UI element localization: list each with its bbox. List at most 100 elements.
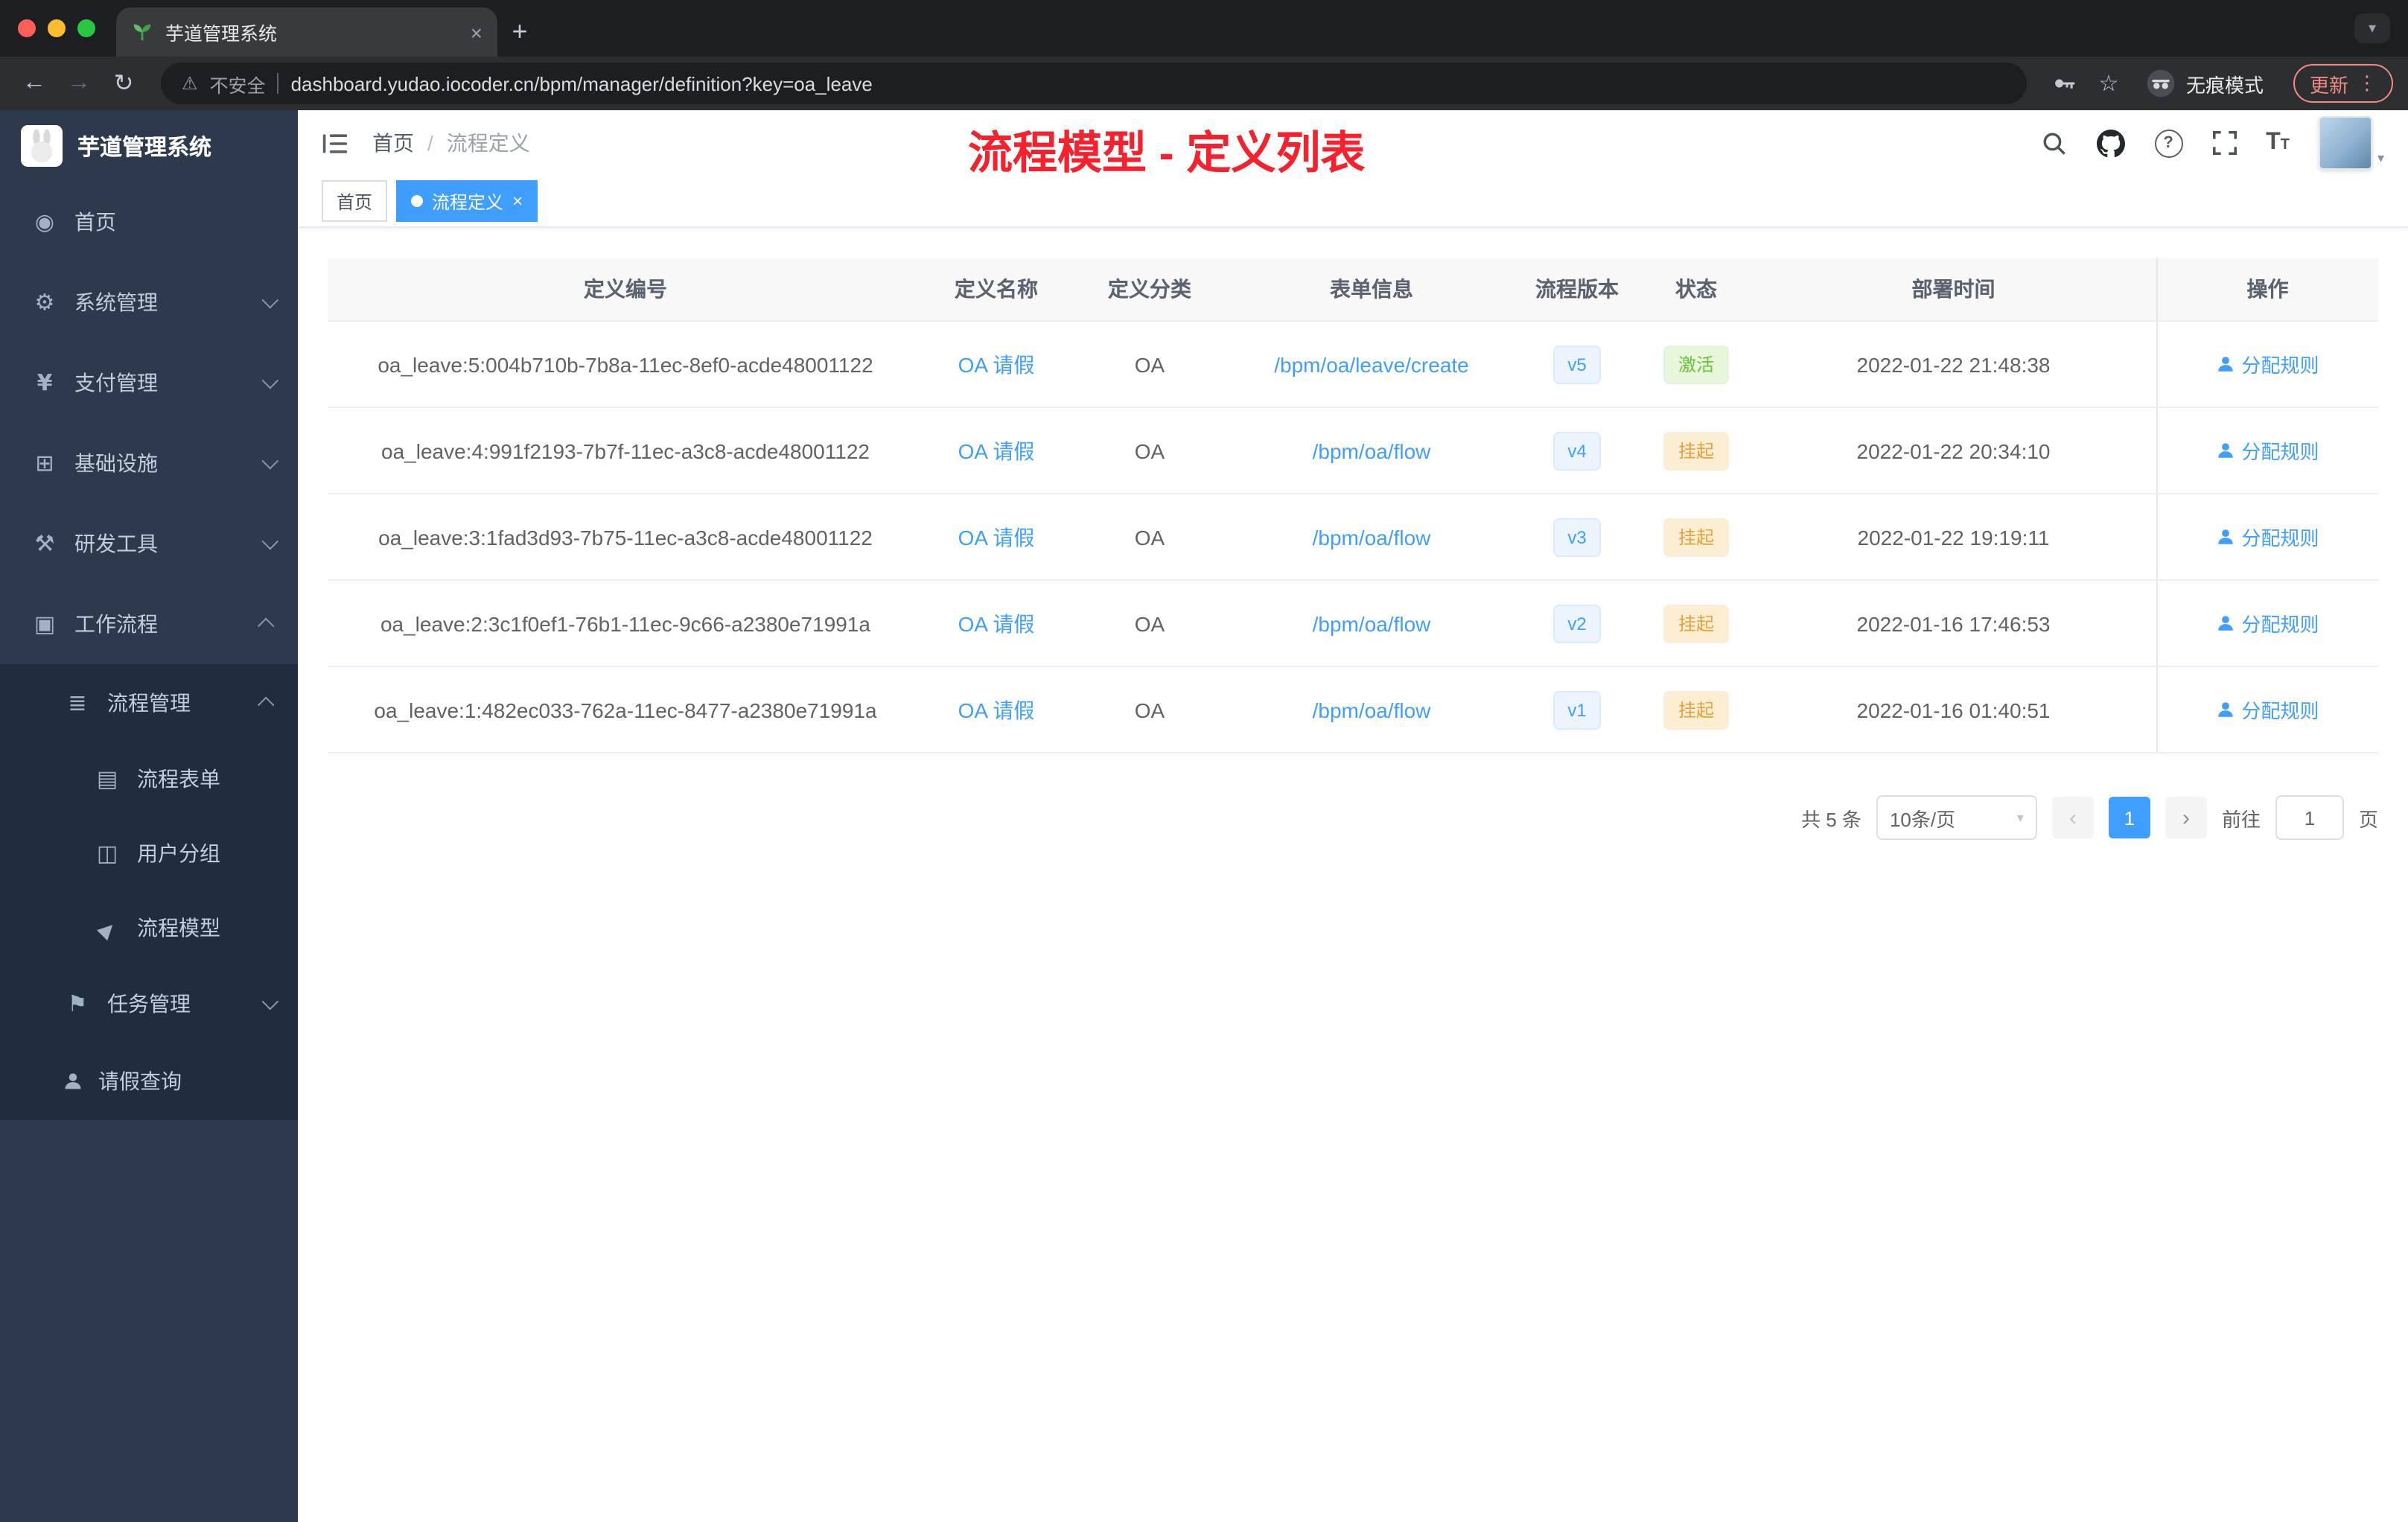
tag-home[interactable]: 首页: [322, 180, 388, 222]
assign-rule-link[interactable]: 分配规则: [2216, 609, 2319, 637]
deploy-time: 2022-01-22 19:19:11: [1751, 494, 2156, 581]
sidebar-item-user-group[interactable]: 用户分组: [0, 816, 298, 891]
prev-page-button[interactable]: ‹: [2051, 797, 2094, 838]
browser-tab[interactable]: 芋道管理系统 ×: [116, 7, 497, 57]
browser-window: 芋道管理系统 × + ▾ ← → ↻ ⚠ 不安全 dashboard.yudao…: [0, 0, 2408, 1522]
forward-button[interactable]: →: [60, 64, 98, 103]
definition-name-link[interactable]: OA 请假: [958, 352, 1035, 376]
password-key-icon[interactable]: [2045, 64, 2083, 103]
column-header: 定义编号: [328, 258, 923, 322]
github-icon[interactable]: [2096, 129, 2125, 157]
status-badge: 挂起: [1663, 604, 1729, 643]
deploy-time: 2022-01-22 21:48:38: [1751, 321, 2156, 408]
column-header: 流程版本: [1513, 258, 1641, 322]
sidebar-item-process-management[interactable]: 流程管理: [0, 664, 298, 742]
sidebar-item-devtools[interactable]: 研发工具: [0, 503, 298, 584]
column-header: 状态: [1641, 258, 1751, 322]
browser-toolbar: ← → ↻ ⚠ 不安全 dashboard.yudao.iocoder.cn/b…: [0, 57, 2408, 110]
minimize-window-button[interactable]: [48, 19, 66, 37]
person-icon: [2218, 616, 2234, 631]
page-number-button[interactable]: 1: [2108, 797, 2150, 838]
person-icon: [65, 1073, 81, 1089]
total-count: 共 5 条: [1801, 808, 1861, 830]
maximize-window-button[interactable]: [77, 19, 95, 37]
sidebar-item-task-management[interactable]: 任务管理: [0, 965, 298, 1042]
font-size-icon[interactable]: [2266, 131, 2290, 155]
tag-process-definition[interactable]: 流程定义 ×: [396, 180, 538, 222]
new-tab-button[interactable]: +: [497, 7, 542, 57]
status-badge: 挂起: [1663, 690, 1729, 729]
address-bar[interactable]: ⚠ 不安全 dashboard.yudao.iocoder.cn/bpm/man…: [161, 63, 2027, 104]
form-link[interactable]: /bpm/oa/flow: [1313, 611, 1431, 635]
definition-id: oa_leave:2:3c1f0ef1-76b1-11ec-9c66-a2380…: [328, 580, 923, 667]
form-link[interactable]: /bpm/oa/leave/create: [1274, 352, 1469, 376]
table-row: oa_leave:4:991f2193-7b7f-11ec-a3c8-acde4…: [328, 407, 2378, 494]
sidebar-item-infrastructure[interactable]: 基础设施: [0, 423, 298, 503]
page-title-annotation: 流程模型 - 定义列表: [968, 130, 1366, 179]
dashboard-icon: [30, 208, 60, 235]
infrastructure-icon: [30, 450, 60, 477]
tools-icon: [30, 530, 60, 557]
bookmark-star-icon[interactable]: ☆: [2089, 64, 2128, 103]
assign-rule-link[interactable]: 分配规则: [2216, 350, 2319, 378]
sidebar-item-payment[interactable]: 支付管理: [0, 343, 298, 423]
app-title: 芋道管理系统: [77, 135, 212, 160]
help-icon[interactable]: [2154, 129, 2183, 157]
sidebar-item-process-model[interactable]: 流程模型: [0, 891, 298, 965]
form-link[interactable]: /bpm/oa/flow: [1313, 525, 1431, 549]
deploy-time: 2022-01-22 20:34:10: [1751, 407, 2156, 494]
browser-update-menu-button[interactable]: 更新 ⋮: [2293, 64, 2393, 103]
sidebar: 芋道管理系统 首页 系统管理 支付管理 基础设施: [0, 110, 298, 1522]
table-row: oa_leave:3:1fad3d93-7b75-11ec-a3c8-acde4…: [328, 494, 2378, 581]
assign-rule-link[interactable]: 分配规则: [2216, 695, 2319, 724]
form-link[interactable]: /bpm/oa/flow: [1313, 698, 1431, 722]
main-area: 首页 / 流程定义 流程模型 - 定义列表 ? T T ▾ 首页 流程定义 × …: [298, 110, 2408, 1522]
sidebar-item-home[interactable]: 首页: [0, 182, 298, 262]
security-label: 不安全: [209, 75, 266, 96]
definition-name-link[interactable]: OA 请假: [958, 611, 1035, 635]
tab-close-icon[interactable]: ×: [471, 22, 482, 42]
close-window-button[interactable]: [18, 19, 36, 37]
goto-page-input[interactable]: [2275, 795, 2344, 840]
gear-icon: [30, 289, 60, 316]
assign-rule-link[interactable]: 分配规则: [2216, 436, 2319, 465]
sidebar-fold-icon[interactable]: [322, 132, 348, 154]
sidebar-item-system[interactable]: 系统管理: [0, 262, 298, 343]
tag-close-icon[interactable]: ×: [512, 192, 523, 210]
user-menu[interactable]: ▾: [2319, 116, 2384, 170]
tab-search-chevron-icon[interactable]: ▾: [2354, 13, 2390, 43]
sidebar-item-leave-query[interactable]: 请假查询: [0, 1042, 298, 1120]
person-icon: [2218, 702, 2234, 717]
form-link[interactable]: /bpm/oa/flow: [1313, 439, 1431, 462]
definition-name-link[interactable]: OA 请假: [958, 698, 1035, 722]
sidebar-header: 芋道管理系统: [0, 110, 298, 182]
avatar[interactable]: [2319, 116, 2373, 170]
search-icon[interactable]: [2041, 130, 2066, 156]
definition-name-link[interactable]: OA 请假: [958, 439, 1035, 462]
definition-name-link[interactable]: OA 请假: [958, 525, 1035, 549]
sidebar-item-workflow[interactable]: 工作流程: [0, 584, 298, 664]
reload-button[interactable]: ↻: [104, 64, 143, 103]
breadcrumb-current: 流程定义: [446, 131, 530, 155]
workflow-submenu: 流程管理 流程表单 用户分组 流程模型 任务管理: [0, 664, 298, 1120]
column-header: 部署时间: [1751, 258, 2156, 322]
assign-rule-link[interactable]: 分配规则: [2216, 523, 2319, 551]
deploy-time: 2022-01-16 17:46:53: [1751, 580, 2156, 667]
tab-title: 芋道管理系统: [165, 24, 278, 45]
page-size-select[interactable]: 10条/页 ▾: [1876, 795, 2037, 840]
chevron-down-icon: ▾: [2016, 809, 2024, 824]
content-area: 定义编号 定义名称 定义分类 表单信息 流程版本 状态 部署时间 操作 oa_l: [298, 228, 2408, 1522]
app-root: 芋道管理系统 首页 系统管理 支付管理 基础设施: [0, 110, 2408, 1522]
chevron-up-icon: [257, 617, 275, 635]
back-button[interactable]: ←: [15, 64, 54, 103]
definition-table: 定义编号 定义名称 定义分类 表单信息 流程版本 状态 部署时间 操作 oa_l: [328, 258, 2378, 754]
fullscreen-icon[interactable]: [2212, 131, 2237, 155]
version-badge: v2: [1552, 604, 1602, 643]
next-page-button[interactable]: ›: [2165, 797, 2207, 838]
column-header: 定义名称: [923, 258, 1069, 322]
active-dot-icon: [411, 195, 424, 207]
breadcrumb-home[interactable]: 首页: [372, 128, 414, 158]
paper-plane-icon: [92, 914, 122, 941]
chevron-down-icon: [261, 291, 279, 309]
sidebar-item-process-form[interactable]: 流程表单: [0, 742, 298, 816]
